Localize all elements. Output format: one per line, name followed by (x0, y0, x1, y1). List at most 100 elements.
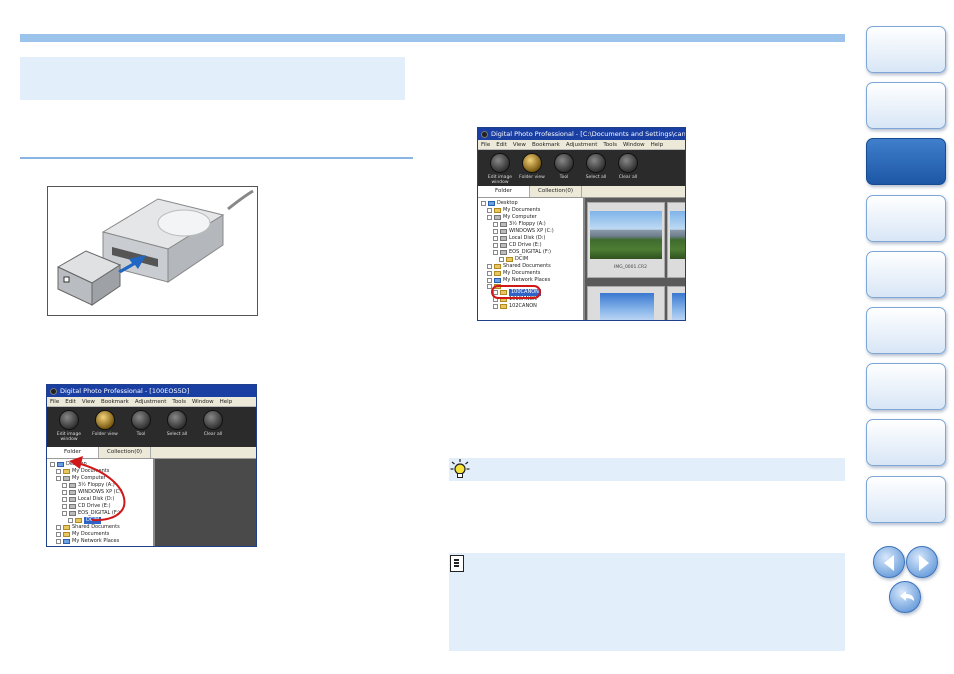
tree-item[interactable]: DCIM (481, 256, 583, 263)
thumbnail-card[interactable]: IMG_0001.CR2 (587, 202, 665, 278)
right-edit-image-window-button[interactable]: Edit image window (486, 153, 514, 185)
expand-toggle-icon[interactable] (62, 511, 67, 516)
tree-item[interactable]: CD Drive (E:) (50, 503, 153, 510)
tree-item[interactable]: Desktop (50, 461, 153, 468)
tree-item[interactable]: 3½ Floppy (A:) (50, 482, 153, 489)
tree-item[interactable]: Shared Documents (50, 524, 153, 531)
expand-toggle-icon[interactable] (493, 290, 498, 295)
left-menu-bookmark[interactable]: Bookmark (101, 399, 129, 405)
tree-item[interactable]: My Documents (481, 207, 583, 214)
expand-toggle-icon[interactable] (487, 215, 492, 220)
right-tool-button[interactable]: Tool (550, 153, 578, 180)
expand-toggle-icon[interactable] (68, 518, 73, 523)
right-tab-folder[interactable]: Folder (478, 186, 530, 197)
right-clear-all-button[interactable]: Clear all (614, 153, 642, 180)
right-menu-bookmark[interactable]: Bookmark (532, 142, 560, 148)
left-tab-folder[interactable]: Folder (47, 447, 99, 458)
left-menu-adjustment[interactable]: Adjustment (135, 399, 167, 405)
right-menu-tools[interactable]: Tools (603, 142, 617, 148)
tree-item[interactable]: CD Drive (E:) (481, 242, 583, 249)
right-menu-view[interactable]: View (513, 142, 526, 148)
tree-item[interactable]: 102CANON (481, 303, 583, 310)
right-select-all-button[interactable]: Select all (582, 153, 610, 180)
expand-toggle-icon[interactable] (62, 483, 67, 488)
right-folder-view-button[interactable]: Folder view (518, 153, 546, 180)
tree-item[interactable]: Local Disk (D:) (50, 496, 153, 503)
tree-item[interactable]: Local Disk (D:) (481, 235, 583, 242)
side-tab-7[interactable] (866, 363, 946, 410)
tree-item[interactable]: Desktop (481, 200, 583, 207)
side-tab-3[interactable] (866, 138, 946, 185)
left-menu-file[interactable]: File (50, 399, 59, 405)
expand-toggle-icon[interactable] (487, 264, 492, 269)
tree-item[interactable]: EOS_DIGITAL (F:) (50, 510, 153, 517)
expand-toggle-icon[interactable] (493, 304, 498, 309)
expand-toggle-icon[interactable] (487, 208, 492, 213)
left-tool-button[interactable]: Tool (127, 410, 155, 437)
expand-toggle-icon[interactable] (62, 490, 67, 495)
thumbnail-card[interactable] (587, 286, 665, 320)
right-menu-file[interactable]: File (481, 142, 490, 148)
expand-toggle-icon[interactable] (481, 201, 486, 206)
side-tab-1[interactable] (866, 26, 946, 73)
tree-item[interactable]: 3½ Floppy (A:) (481, 221, 583, 228)
expand-toggle-icon[interactable] (493, 229, 498, 234)
left-edit-image-window-button[interactable]: Edit image window (55, 410, 83, 442)
expand-toggle-icon[interactable] (62, 497, 67, 502)
right-menu-help[interactable]: Help (651, 142, 664, 148)
tree-item[interactable]: My Network Places (481, 277, 583, 284)
expand-toggle-icon[interactable] (56, 469, 61, 474)
expand-toggle-icon[interactable] (50, 462, 55, 467)
side-tab-8[interactable] (866, 419, 946, 466)
tree-item[interactable]: Shared Documents (481, 263, 583, 270)
left-menu-tools[interactable]: Tools (172, 399, 186, 405)
right-menu-window[interactable]: Window (623, 142, 645, 148)
tree-item[interactable]: My Computer (481, 214, 583, 221)
expand-toggle-icon[interactable] (62, 504, 67, 509)
side-tab-4[interactable] (866, 195, 946, 242)
tree-item[interactable]: 101CANON (481, 296, 583, 303)
left-menu-view[interactable]: View (82, 399, 95, 405)
expand-toggle-icon[interactable] (56, 532, 61, 537)
expand-toggle-icon[interactable] (493, 222, 498, 227)
side-tab-5[interactable] (866, 251, 946, 298)
right-menu-edit[interactable]: Edit (496, 142, 507, 148)
left-clear-all-button[interactable]: Clear all (199, 410, 227, 437)
expand-toggle-icon[interactable] (493, 297, 498, 302)
expand-toggle-icon[interactable] (499, 257, 504, 262)
tree-item[interactable]: My Network Places (50, 538, 153, 545)
right-menu-adjustment[interactable]: Adjustment (566, 142, 598, 148)
left-menu-help[interactable]: Help (220, 399, 233, 405)
expand-toggle-icon[interactable] (487, 271, 492, 276)
left-menu-window[interactable]: Window (192, 399, 214, 405)
side-tab-2[interactable] (866, 82, 946, 129)
tree-item[interactable]: My Computer (50, 475, 153, 482)
expand-toggle-icon[interactable] (487, 284, 492, 289)
thumbnail-card-partial[interactable] (667, 202, 685, 278)
left-tab-collection[interactable]: Collection(0) (99, 447, 151, 458)
expand-toggle-icon[interactable] (493, 236, 498, 241)
previous-page-button[interactable] (873, 546, 905, 578)
expand-toggle-icon[interactable] (56, 539, 61, 544)
expand-toggle-icon[interactable] (493, 243, 498, 248)
left-select-all-button[interactable]: Select all (163, 410, 191, 437)
right-tab-collection[interactable]: Collection(0) (530, 186, 582, 197)
tree-item[interactable]: DCIM (50, 517, 153, 524)
tree-item[interactable]: My Documents (481, 270, 583, 277)
side-tab-9[interactable] (866, 476, 946, 523)
expand-toggle-icon[interactable] (56, 525, 61, 530)
left-menu-edit[interactable]: Edit (65, 399, 76, 405)
tree-item[interactable]: EOS_DIGITAL (F:) (481, 249, 583, 256)
tree-item[interactable]: My Documents (50, 468, 153, 475)
next-page-button[interactable] (906, 546, 938, 578)
tree-item[interactable]: WINDOWS XP (C:) (481, 228, 583, 235)
tree-item[interactable]: My Documents (50, 531, 153, 538)
thumbnail-card-partial[interactable] (667, 286, 685, 320)
expand-toggle-icon[interactable] (56, 476, 61, 481)
expand-toggle-icon[interactable] (493, 250, 498, 255)
left-folder-view-button[interactable]: Folder view (91, 410, 119, 437)
return-button[interactable] (889, 581, 921, 613)
tree-item[interactable]: WINDOWS XP (C:) (50, 489, 153, 496)
expand-toggle-icon[interactable] (487, 278, 492, 283)
side-tab-6[interactable] (866, 307, 946, 354)
